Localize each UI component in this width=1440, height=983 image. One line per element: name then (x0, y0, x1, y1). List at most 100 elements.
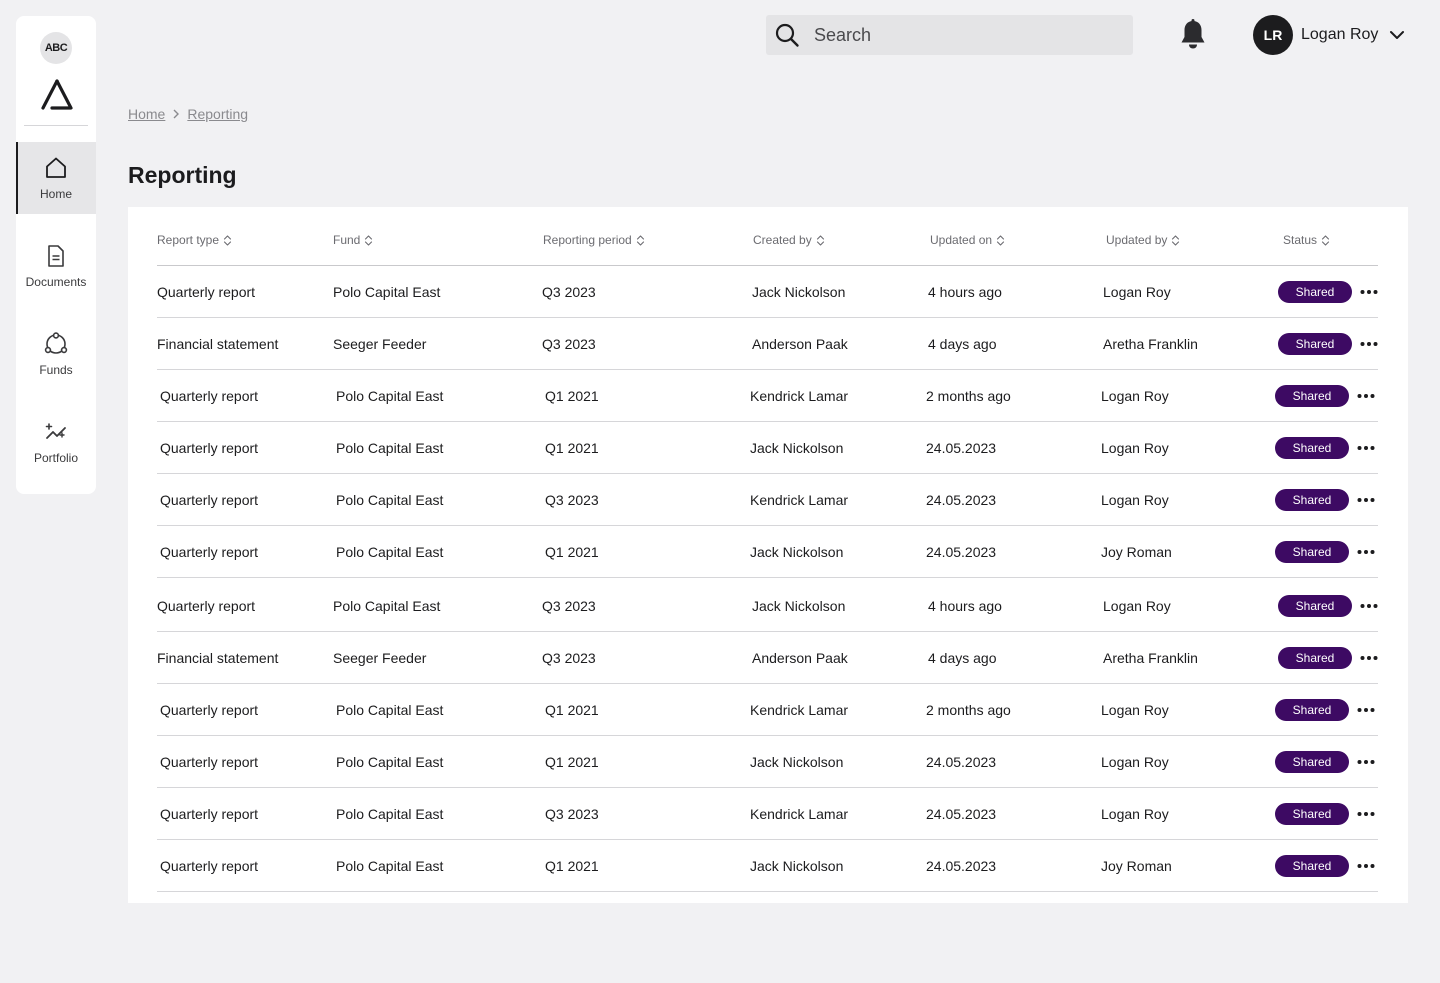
column-header-reporting-period[interactable]: Reporting period (543, 233, 645, 247)
table-row[interactable]: Quarterly report Polo Capital East Q1 2021… (157, 840, 1378, 892)
sidebar-item-label: Home (39, 187, 72, 201)
table-row[interactable]: Quarterly report Polo Capital East Q3 2023… (157, 266, 1378, 318)
more-actions-icon[interactable] (1359, 334, 1379, 354)
status-badge[interactable]: Shared (1278, 333, 1352, 355)
cell-created-by: Kendrick Lamar (750, 492, 849, 508)
cell-fund: Seeger Feeder (333, 336, 427, 352)
more-actions-icon[interactable] (1356, 490, 1376, 510)
cell-report-type: Quarterly report (160, 754, 259, 770)
cell-report-type: Quarterly report (157, 598, 256, 614)
cell-fund: Polo Capital East (333, 598, 441, 614)
sidebar-item-documents[interactable]: Documents (16, 230, 96, 302)
cell-report-type: Financial statement (157, 650, 279, 666)
cell-created-by: Jack Nickolson (750, 858, 844, 874)
more-actions-icon[interactable] (1359, 282, 1379, 302)
table-row[interactable]: Quarterly report Polo Capital East Q1 2021… (157, 736, 1378, 788)
cell-reporting-period: Q1 2021 (545, 858, 599, 874)
chevron-down-icon (1390, 31, 1405, 39)
status-badge[interactable]: Shared (1275, 855, 1349, 877)
more-actions-icon[interactable] (1359, 596, 1379, 616)
cell-fund: Polo Capital East (336, 388, 444, 404)
more-actions-icon[interactable] (1359, 648, 1379, 668)
breadcrumb-reporting-link[interactable]: Reporting (187, 106, 248, 122)
status-badge[interactable]: Shared (1275, 385, 1349, 407)
sidebar-item-home[interactable]: Home (16, 142, 96, 214)
sidebar-item-portfolio[interactable]: Portfolio (16, 406, 96, 478)
cell-updated-by: Logan Roy (1103, 284, 1171, 300)
cell-updated-on: 24.05.2023 (926, 754, 997, 770)
column-header-updated-on[interactable]: Updated on (930, 233, 1005, 247)
cell-updated-by: Joy Roman (1101, 858, 1172, 874)
search-bar[interactable] (766, 15, 1133, 55)
cell-updated-on: 24.05.2023 (926, 858, 997, 874)
status-badge[interactable]: Shared (1275, 699, 1349, 721)
user-name: Logan Roy (1301, 26, 1379, 43)
cell-report-type: Quarterly report (160, 440, 259, 456)
table-row[interactable]: Quarterly report Polo Capital East Q3 2023… (157, 474, 1378, 526)
table-row[interactable]: Financial statement Seeger Feeder Q3 2023 A… (157, 318, 1378, 370)
sort-icon (365, 234, 373, 246)
breadcrumb: Home Reporting (128, 106, 248, 122)
table-row[interactable]: Quarterly report Polo Capital East Q1 2021… (157, 422, 1378, 474)
column-header-fund[interactable]: Fund (333, 233, 373, 247)
cell-reporting-period: Q3 2023 (542, 598, 596, 614)
cell-fund: Polo Capital East (336, 702, 444, 718)
search-input[interactable] (814, 24, 1114, 46)
cell-created-by: Jack Nickolson (750, 754, 844, 770)
home-icon (46, 157, 66, 178)
table-row[interactable]: Quarterly report Polo Capital East Q1 2021… (157, 370, 1378, 422)
status-badge[interactable]: Shared (1275, 437, 1349, 459)
column-header-updated-by[interactable]: Updated by (1106, 233, 1180, 247)
sidebar: ABC Home Documents Funds Portfolio (16, 16, 96, 494)
cell-updated-on: 2 months ago (926, 388, 1011, 404)
sidebar-divider (24, 125, 88, 126)
status-badge[interactable]: Shared (1278, 595, 1352, 617)
more-actions-icon[interactable] (1356, 752, 1376, 772)
status-badge[interactable]: Shared (1275, 489, 1349, 511)
table-row[interactable]: Financial statement Seeger Feeder Q3 2023 A… (157, 632, 1378, 684)
column-header-label: Created by (753, 233, 812, 247)
cell-fund: Polo Capital East (336, 440, 444, 456)
bell-icon[interactable] (1177, 18, 1209, 52)
status-badge[interactable]: Shared (1275, 803, 1349, 825)
cell-created-by: Jack Nickolson (750, 440, 844, 456)
cell-fund: Polo Capital East (336, 754, 444, 770)
table-row[interactable]: Quarterly report Polo Capital East Q3 2023… (157, 580, 1378, 632)
more-actions-icon[interactable] (1356, 700, 1376, 720)
cell-updated-by: Logan Roy (1101, 492, 1169, 508)
cell-updated-by: Logan Roy (1101, 806, 1169, 822)
sort-icon (1172, 234, 1180, 246)
status-badge[interactable]: Shared (1278, 281, 1352, 303)
breadcrumb-home-link[interactable]: Home (128, 106, 165, 122)
table-row[interactable]: Quarterly report Polo Capital East Q1 2021… (157, 684, 1378, 736)
org-badge[interactable]: ABC (40, 32, 72, 64)
cell-fund: Polo Capital East (336, 544, 444, 560)
status-badge[interactable]: Shared (1275, 751, 1349, 773)
search-icon (775, 23, 799, 47)
cell-reporting-period: Q1 2021 (545, 702, 599, 718)
cell-report-type: Quarterly report (160, 544, 259, 560)
status-badge[interactable]: Shared (1278, 647, 1352, 669)
more-actions-icon[interactable] (1356, 804, 1376, 824)
sidebar-item-funds[interactable]: Funds (16, 318, 96, 390)
sort-icon (997, 234, 1005, 246)
column-header-label: Fund (333, 233, 361, 247)
cell-reporting-period: Q3 2023 (545, 806, 599, 822)
cell-fund: Seeger Feeder (333, 650, 427, 666)
column-header-created-by[interactable]: Created by (753, 233, 825, 247)
table-row[interactable]: Quarterly report Polo Capital East Q1 2021… (157, 526, 1378, 578)
column-header-report-type[interactable]: Report type (157, 233, 232, 247)
status-badge[interactable]: Shared (1275, 541, 1349, 563)
triangle-logo-icon[interactable] (40, 78, 74, 112)
user-menu[interactable]: LR Logan Roy (1253, 15, 1406, 55)
avatar: LR (1253, 15, 1293, 55)
more-actions-icon[interactable] (1356, 386, 1376, 406)
more-actions-icon[interactable] (1356, 542, 1376, 562)
more-actions-icon[interactable] (1356, 856, 1376, 876)
cell-updated-on: 24.05.2023 (926, 492, 997, 508)
cell-updated-by: Logan Roy (1101, 388, 1169, 404)
table-row[interactable]: Quarterly report Polo Capital East Q3 2023… (157, 788, 1378, 840)
column-header-status[interactable]: Status (1283, 233, 1330, 247)
funds-icon (44, 332, 68, 354)
more-actions-icon[interactable] (1356, 438, 1376, 458)
